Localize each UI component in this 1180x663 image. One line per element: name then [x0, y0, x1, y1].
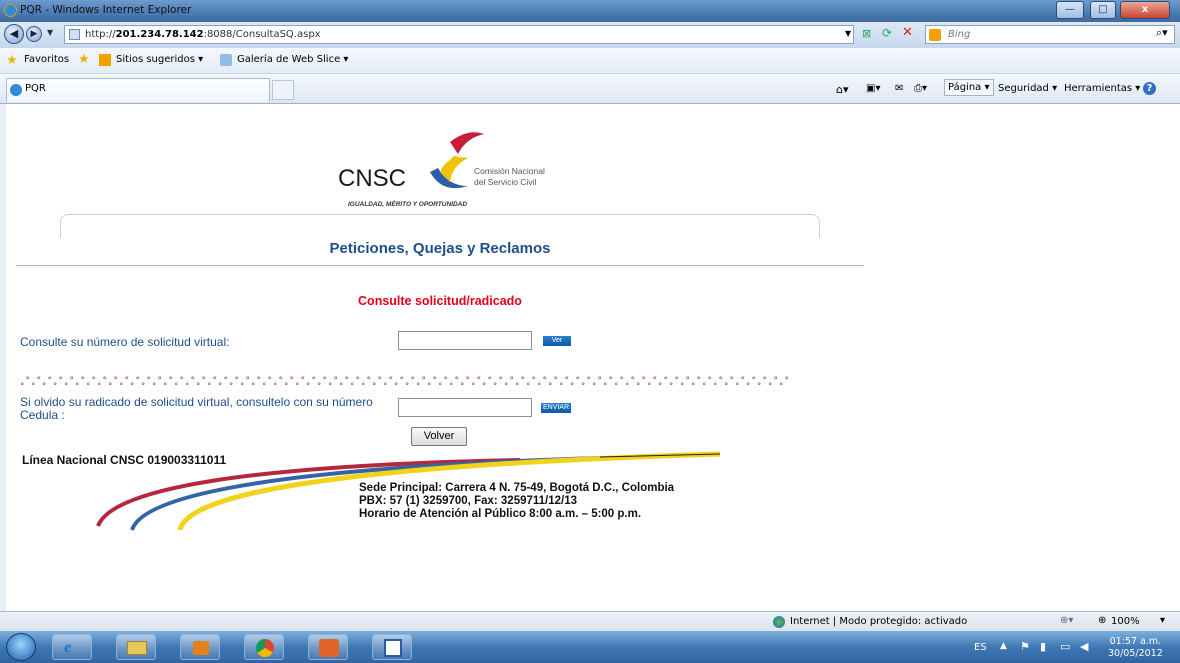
ie-tab-icon	[10, 84, 22, 96]
tab-bar: PQR ⌂▾ ▣▾ ✉ ⎙▾ Página ▾ Seguridad ▾ Herr…	[0, 74, 1180, 104]
logo-acronym: CNSC	[338, 165, 406, 192]
solicitud-input[interactable]	[398, 331, 532, 350]
protected-mode-icon[interactable]: ⊕▾	[1060, 615, 1073, 626]
solicitud-label: Consulte su número de solicitud virtual:	[20, 335, 230, 349]
show-hidden-icons[interactable]: ▲	[1000, 641, 1007, 651]
cedula-input[interactable]	[398, 398, 532, 417]
search-field[interactable]: Bing	[925, 25, 1175, 44]
dotted-separator: ˳°˳°˳°˳°˳°˳°˳°˳°˳°˳°˳°˳°˳°˳°˳°˳°˳°˳°˳°˳°…	[20, 376, 790, 386]
network-icon[interactable]: ▭	[1060, 640, 1070, 653]
horario: Horario de Atención al Público 8:00 a.m.…	[359, 508, 642, 520]
home-icon[interactable]: ⌂▾	[836, 83, 849, 96]
cedula-label-line2: Cedula :	[20, 408, 65, 422]
page-icon	[69, 29, 80, 40]
maximize-button[interactable]: □	[1090, 1, 1116, 19]
compatibility-icon[interactable]: ⊠	[862, 27, 871, 40]
stop-icon[interactable]: ✕	[902, 25, 913, 40]
refresh-icon[interactable]: ⟳	[882, 26, 892, 40]
page-title: Peticiones, Quejas y Reclamos	[329, 240, 551, 257]
logo-tagline: IGUALDAD, MÉRITO Y OPORTUNIDAD	[348, 199, 467, 208]
taskbar-outlook-icon[interactable]	[180, 634, 220, 660]
logo-name-2: del Servicio Civil	[474, 177, 536, 187]
ie-logo-icon	[4, 4, 17, 17]
url-prefix: http://	[85, 29, 116, 40]
volver-button[interactable]: Volver	[411, 427, 467, 446]
page-menu[interactable]: Página ▾	[944, 79, 994, 96]
tab-pqr[interactable]: PQR	[6, 78, 270, 102]
suggested-sites-icon	[99, 54, 111, 66]
print-icon[interactable]: ⎙▾	[914, 83, 927, 94]
cnsc-logo: CNSC Comisión Nacional del Servicio Civi…	[338, 124, 578, 214]
favorites-button[interactable]: Favoritos	[24, 54, 69, 65]
taskbar-chrome-icon[interactable]	[244, 634, 284, 660]
address-dropdown-icon[interactable]: ▼	[845, 29, 851, 38]
ver-button[interactable]: Ver	[543, 336, 571, 346]
logo-name-1: Comisión Nacional	[474, 166, 545, 176]
mail-icon[interactable]: ✉	[895, 83, 903, 94]
webslice-icon	[220, 54, 232, 66]
recent-pages-dropdown-icon[interactable]: ▼	[47, 28, 53, 37]
taskbar-explorer-icon[interactable]	[116, 634, 156, 660]
tab-label: PQR	[25, 83, 46, 94]
feeds-icon[interactable]: ▣▾	[866, 83, 880, 94]
internet-zone-icon	[773, 616, 785, 628]
address-bar[interactable]: http://201.234.78.142:8088/ConsultaSQ.as…	[64, 25, 854, 44]
help-icon[interactable]: ?	[1143, 82, 1156, 95]
search-icon[interactable]: ⌕▾	[1156, 26, 1168, 40]
cnsc-logo-mark: CNSC Comisión Nacional del Servicio Civi…	[338, 132, 545, 208]
minimize-button[interactable]: —	[1056, 1, 1084, 19]
forward-button[interactable]: ▶	[26, 26, 42, 42]
status-bar: Internet | Modo protegido: activado ⊕▾ ⊕…	[0, 611, 1180, 631]
zoom-dropdown-icon[interactable]: ▾	[1160, 615, 1165, 626]
taskbar-app-icon[interactable]	[308, 634, 348, 660]
taskbar-word-icon[interactable]	[372, 634, 412, 660]
url-host: 201.234.78.142	[115, 29, 204, 40]
sede-principal: Sede Principal: Carrera 4 N. 75-49, Bogo…	[359, 482, 675, 494]
favorites-bar: ★ Favoritos ★ Sitios sugeridos ▾ Galería…	[0, 48, 1180, 74]
webslice-gallery-link[interactable]: Galería de Web Slice ▾	[237, 54, 348, 65]
title-bar: PQR - Windows Internet Explorer — □ x	[0, 0, 1180, 22]
security-menu[interactable]: Seguridad ▾	[998, 83, 1057, 94]
taskbar-clock[interactable]: 01:57 a.m. 30/05/2012	[1108, 636, 1163, 660]
url-path: :8088/ConsultaSQ.aspx	[203, 29, 321, 40]
power-icon[interactable]: ▮	[1040, 640, 1046, 653]
address-toolbar: ◀ ▶ ▼ http://201.234.78.142:8088/Consult…	[0, 22, 1180, 48]
section-title: Consulte solicitud/radicado	[358, 294, 522, 308]
start-button[interactable]	[6, 633, 36, 661]
taskbar-ie-icon[interactable]: e	[52, 634, 92, 660]
tools-menu[interactable]: Herramientas ▾	[1064, 83, 1140, 94]
taskbar: e ES ▲ ⚑ ▮ ▭ ◀	[0, 631, 1180, 663]
close-button[interactable]: x	[1120, 1, 1170, 19]
favorites-star-icon: ★	[6, 53, 18, 68]
enviar-button[interactable]: ENVIAR	[541, 403, 571, 413]
language-indicator[interactable]: ES	[974, 642, 987, 653]
add-favorite-icon[interactable]: ★	[78, 52, 90, 67]
clock-time: 01:57 a.m.	[1109, 636, 1162, 647]
clock-date: 30/05/2012	[1108, 648, 1163, 659]
cedula-label-line1: Si olvido su radicado de solicitud virtu…	[20, 395, 373, 409]
divider	[16, 265, 864, 266]
zoom-level[interactable]: 100%	[1111, 616, 1140, 627]
volume-icon[interactable]: ◀	[1080, 640, 1088, 653]
bing-icon	[929, 29, 941, 41]
action-center-icon[interactable]: ⚑	[1020, 640, 1030, 653]
security-zone[interactable]: Internet | Modo protegido: activado	[790, 616, 967, 627]
window-title: PQR - Windows Internet Explorer	[20, 4, 192, 16]
zoom-icon[interactable]: ⊕	[1098, 615, 1106, 626]
header-frame	[60, 214, 820, 238]
back-button[interactable]: ◀	[4, 24, 24, 44]
pbx-fax: PBX: 57 (1) 3259700, Fax: 3259711/12/13	[359, 495, 578, 507]
suggested-sites-link[interactable]: Sitios sugeridos ▾	[116, 54, 203, 65]
new-tab-button[interactable]	[272, 80, 294, 100]
